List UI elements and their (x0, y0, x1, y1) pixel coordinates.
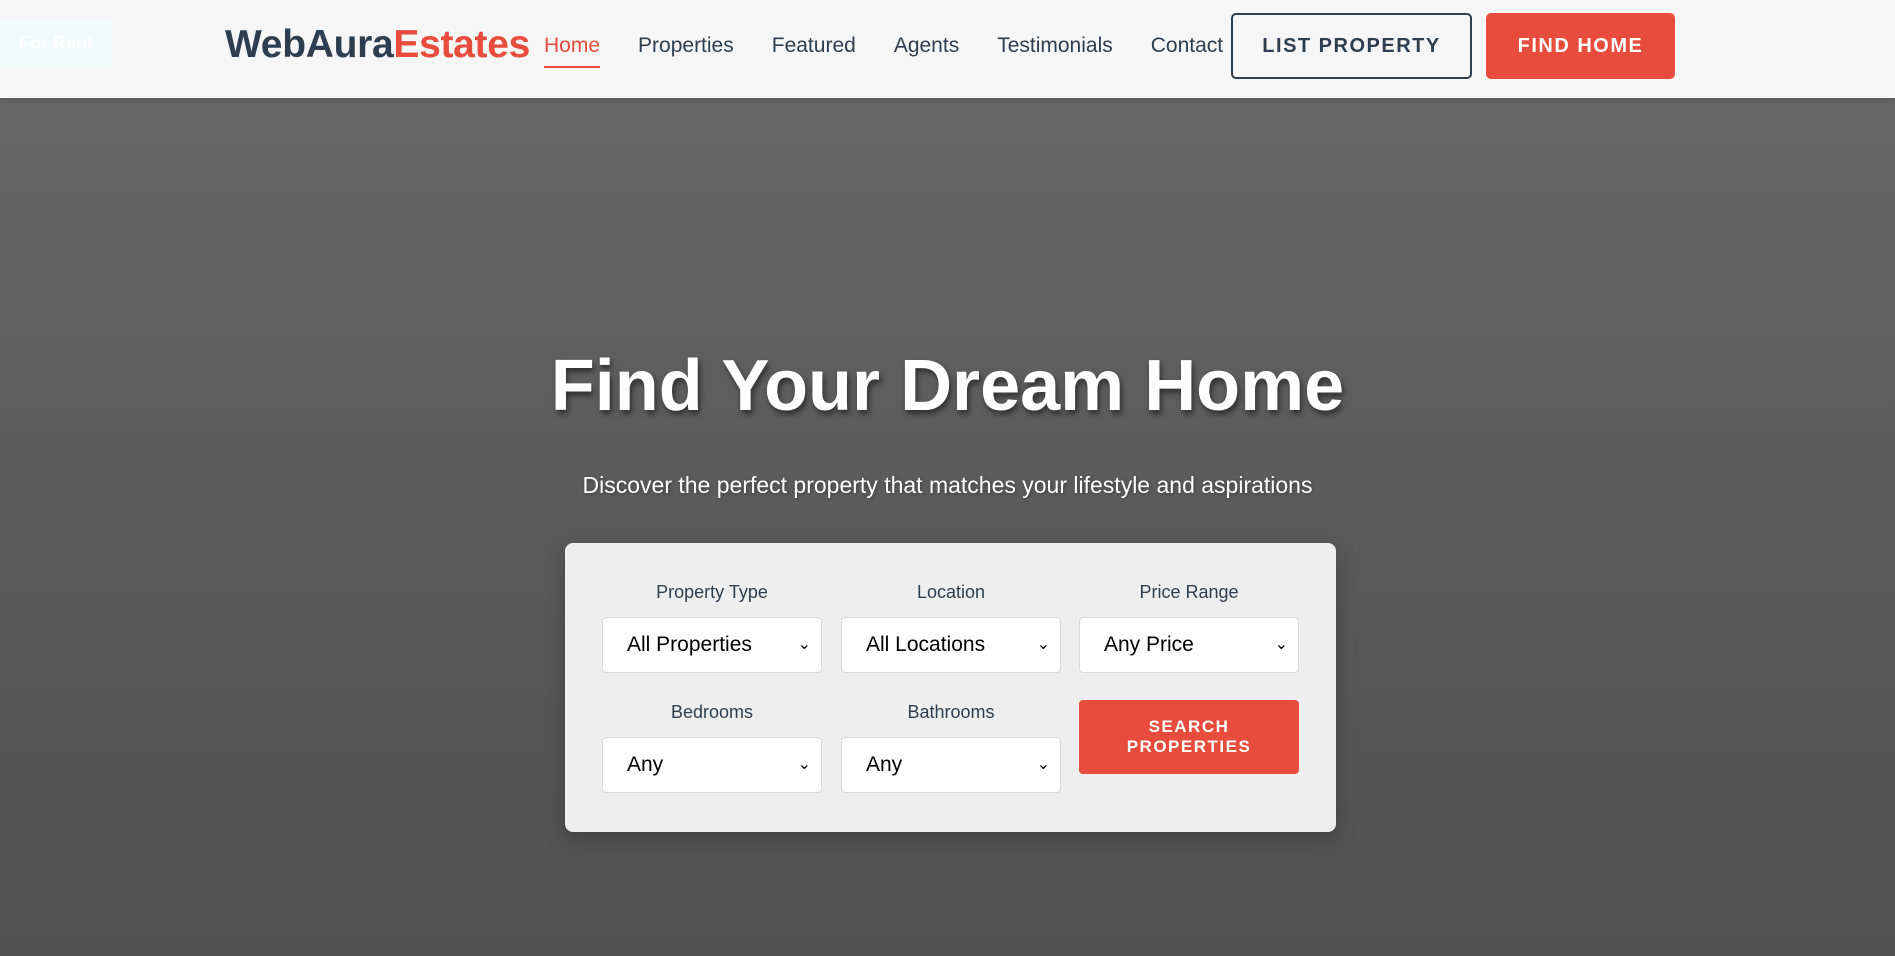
nav-agents[interactable]: Agents (894, 30, 959, 68)
price-range-value: Any Price (1104, 633, 1194, 656)
bedrooms-select[interactable]: Any ⌄ (602, 737, 822, 793)
logo-accent-text: Estates (393, 23, 531, 66)
hero-title: Find Your Dream Home (550, 346, 1345, 426)
for-rent-badge: For Rent (0, 20, 112, 66)
nav-properties[interactable]: Properties (638, 30, 734, 68)
nav-contact[interactable]: Contact (1151, 30, 1223, 68)
nav-testimonials[interactable]: Testimonials (997, 30, 1113, 68)
chevron-down-icon: ⌄ (1274, 636, 1288, 653)
find-home-button[interactable]: FIND HOME (1486, 13, 1675, 79)
chevron-down-icon: ⌄ (797, 756, 811, 773)
nav-featured[interactable]: Featured (772, 30, 856, 68)
nav-home[interactable]: Home (544, 30, 601, 68)
property-type-label: Property Type (656, 582, 768, 602)
chevron-down-icon: ⌄ (797, 636, 811, 653)
bedrooms-value: Any (627, 753, 664, 776)
logo-main-text: WebAura (225, 23, 394, 66)
bathrooms-value: Any (866, 753, 903, 776)
price-range-label: Price Range (1139, 582, 1239, 602)
search-properties-button[interactable]: SEARCH PROPERTIES (1079, 700, 1299, 774)
location-field: Location All Locations ⌄ (841, 581, 1061, 673)
location-select[interactable]: All Locations ⌄ (841, 617, 1061, 673)
property-search-panel: Property Type All Properties ⌄ Location … (565, 543, 1336, 832)
chevron-down-icon: ⌄ (1036, 756, 1050, 773)
bedrooms-label: Bedrooms (670, 702, 754, 722)
main-nav: Home Properties Featured Agents Testimon… (544, 30, 1261, 68)
bedrooms-field: Bedrooms Any ⌄ (602, 701, 822, 793)
hero-section: Find Your Dream Home Discover the perfec… (0, 98, 1895, 956)
property-type-value: All Properties (627, 633, 752, 656)
price-range-field: Price Range Any Price ⌄ (1079, 581, 1299, 673)
list-property-button[interactable]: LIST PROPERTY (1231, 13, 1472, 79)
property-type-select[interactable]: All Properties ⌄ (602, 617, 822, 673)
hero-subtitle: Discover the perfect property that match… (582, 472, 1313, 498)
location-label: Location (916, 582, 986, 602)
bathrooms-select[interactable]: Any ⌄ (841, 737, 1061, 793)
bathrooms-field: Bathrooms Any ⌄ (841, 701, 1061, 793)
chevron-down-icon: ⌄ (1036, 636, 1050, 653)
price-range-select[interactable]: Any Price ⌄ (1079, 617, 1299, 673)
property-type-field: Property Type All Properties ⌄ (602, 581, 822, 673)
location-value: All Locations (866, 633, 986, 656)
site-logo[interactable]: WebAuraEstates (225, 22, 530, 68)
site-header: WebAuraEstates Home Properties Featured … (0, 0, 1895, 98)
bathrooms-label: Bathrooms (907, 702, 995, 722)
